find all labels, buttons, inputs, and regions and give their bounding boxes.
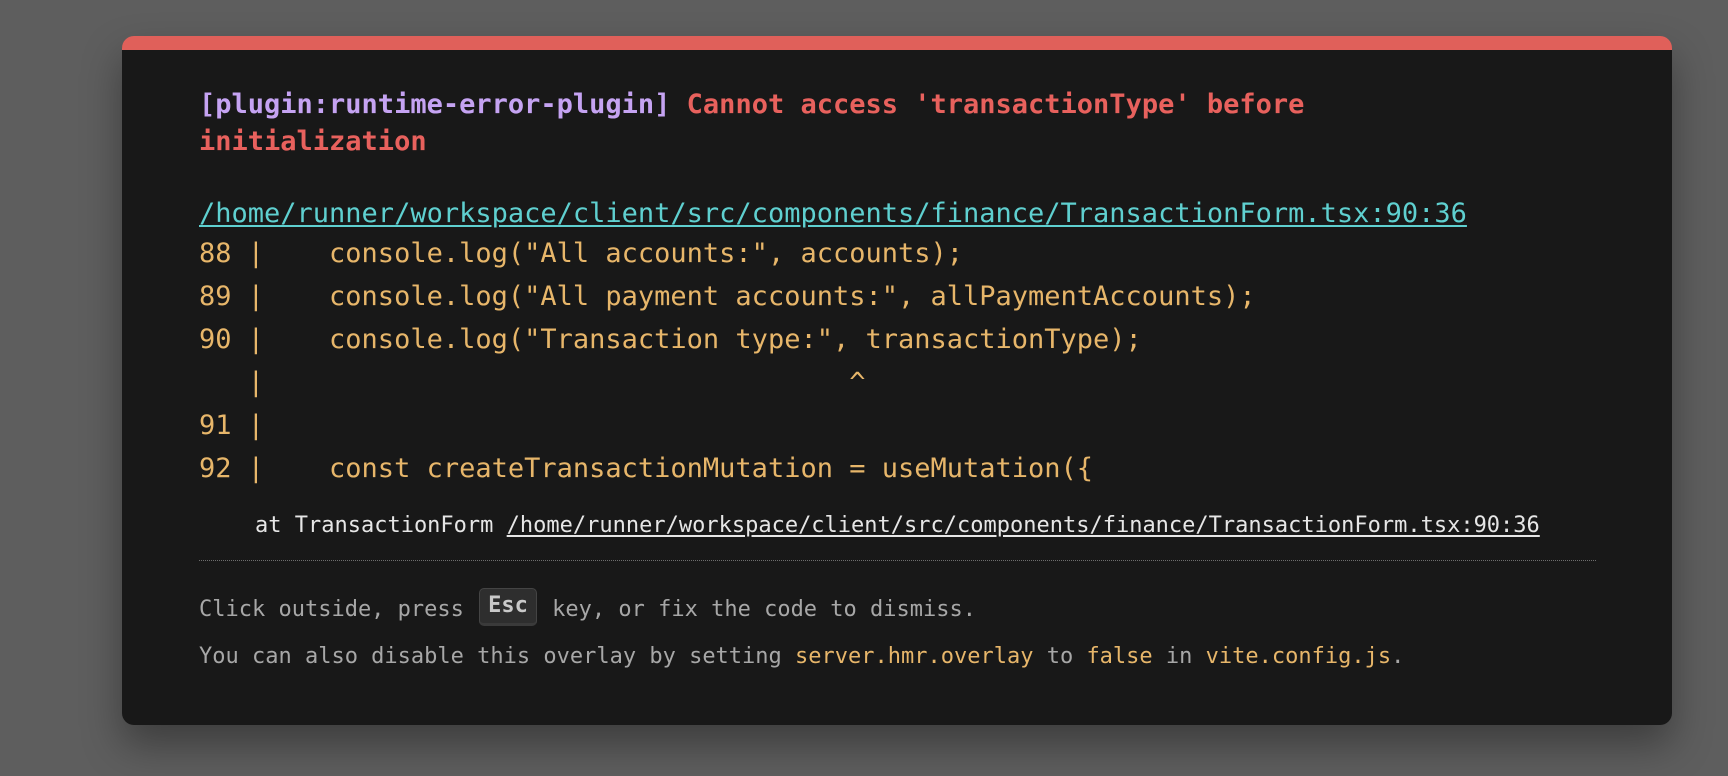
error-overlay-window: [plugin:runtime-error-plugin] Cannot acc… [122,36,1672,725]
divider [199,560,1596,561]
code-frame-line: 90 | console.log("Transaction type:", tr… [199,324,1142,355]
code-frame-line: 92 | const createTransactionMutation = u… [199,453,1094,484]
code-frame-line: 88 | console.log("All accounts:", accoun… [199,238,964,269]
disable-tip-text-c: in [1152,644,1206,669]
dismiss-tip-after: key, or fix the code to dismiss. [538,597,976,622]
dismiss-tip: Click outside, press Esc key, or fix the… [199,588,1599,629]
code-frame: 88 | console.log("All accounts:", accoun… [199,232,1599,490]
error-message: [plugin:runtime-error-plugin] Cannot acc… [199,86,1459,160]
code-frame-line: 89 | console.log("All payment accounts:"… [199,281,1256,312]
stack-prefix: at TransactionForm [255,513,507,538]
plugin-tag: [plugin:runtime-error-plugin] [199,89,671,120]
error-overlay-content: [plugin:runtime-error-plugin] Cannot acc… [199,86,1599,671]
vite-config-file: vite.config.js [1205,644,1392,669]
disable-overlay-tip: You can also disable this overlay by set… [199,643,1599,671]
disable-tip-text-b: to [1033,644,1087,669]
error-file-link[interactable]: /home/runner/workspace/client/src/compon… [199,196,1467,232]
esc-key: Esc [479,588,537,626]
code-frame-line: 91 | [199,410,265,441]
disable-tip-text-d: . [1391,644,1405,669]
stack-trace: at TransactionForm /home/runner/workspac… [255,510,1599,542]
dismiss-tip-before: Click outside, press [199,597,478,622]
stack-location-link[interactable]: /home/runner/workspace/client/src/compon… [507,513,1540,538]
disable-tip-text-a: You can also disable this overlay by set… [199,644,796,669]
code-frame-caret-line: | ^ [199,367,866,398]
hmr-overlay-setting: server.hmr.overlay [795,644,1034,669]
false-value: false [1086,644,1153,669]
